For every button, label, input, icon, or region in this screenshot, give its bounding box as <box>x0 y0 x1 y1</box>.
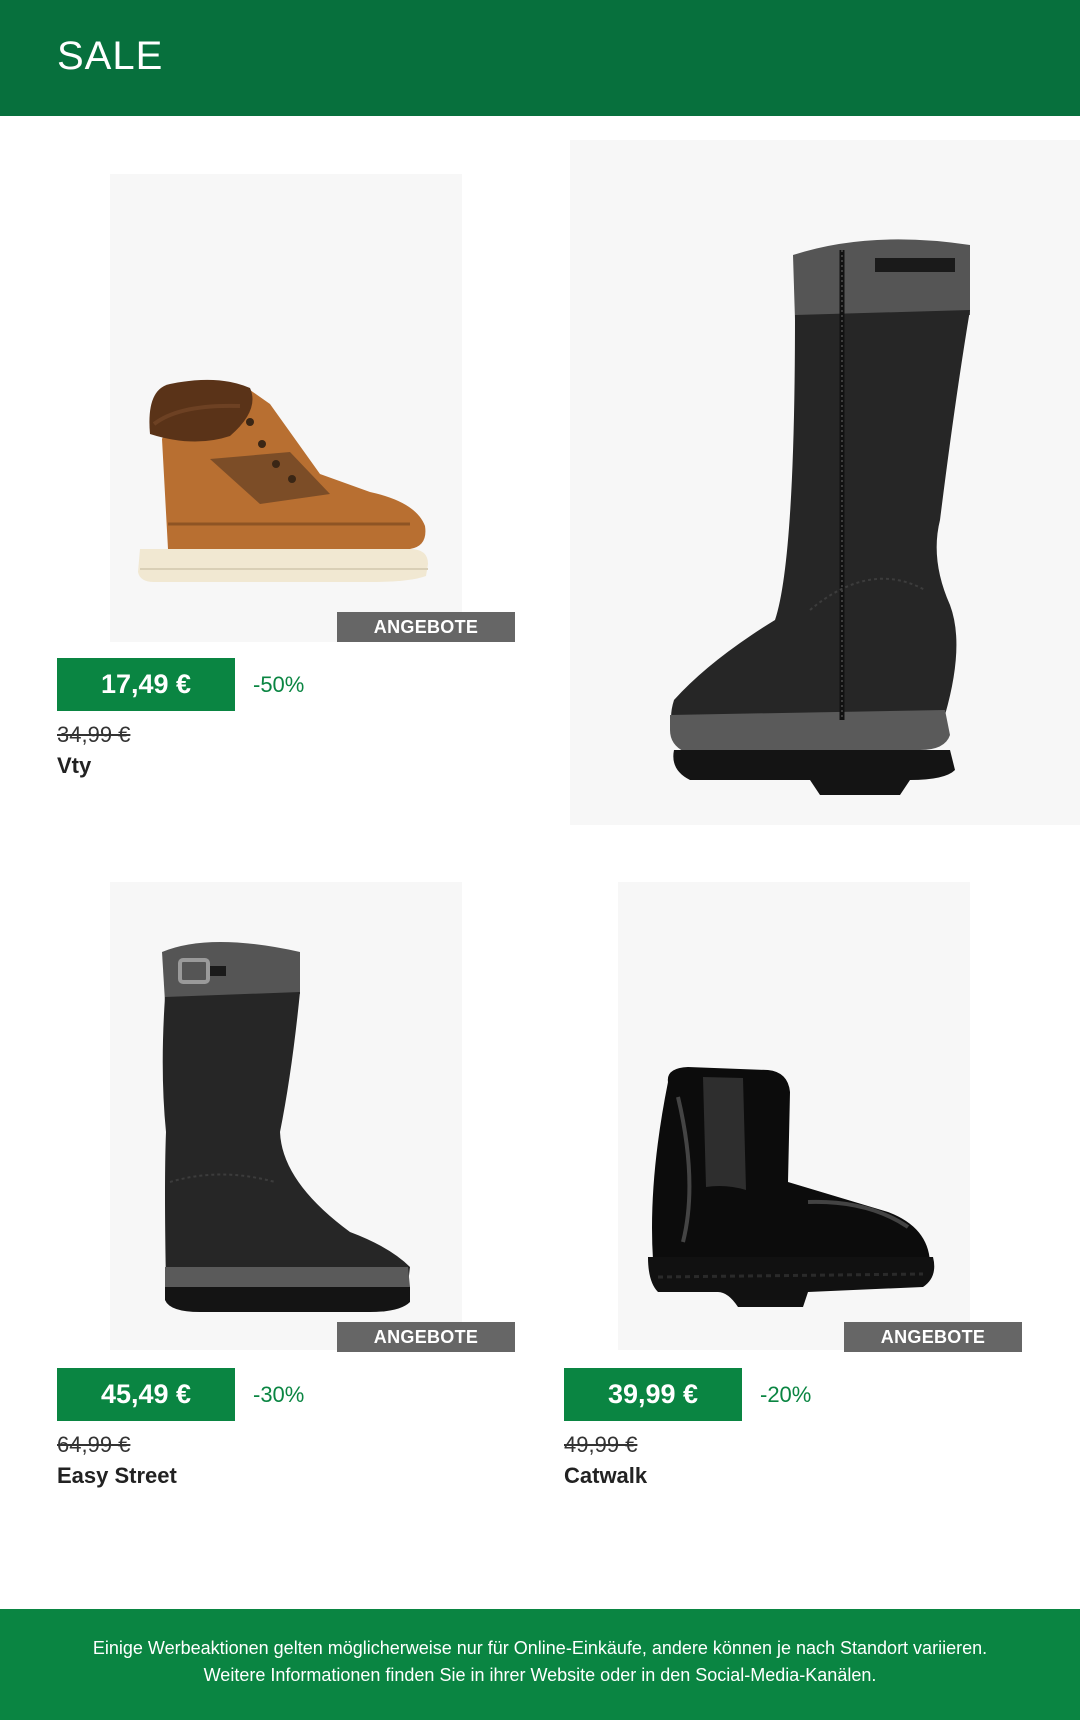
brand-name[interactable]: Easy Street <box>57 1463 177 1489</box>
original-price: 34,99 € <box>57 722 131 747</box>
brand-name[interactable]: Vty <box>57 753 91 779</box>
product-image-3[interactable] <box>110 882 462 1350</box>
product-image-2[interactable] <box>570 140 1080 825</box>
offer-badge: ANGEBOTE <box>844 1322 1022 1352</box>
offer-badge: ANGEBOTE <box>337 1322 515 1352</box>
footer-bar: Einige Werbeaktionen gelten möglicherwei… <box>0 1609 1080 1720</box>
brown-lace-up-fur-boot-icon <box>138 379 428 582</box>
offer-badge: ANGEBOTE <box>337 612 515 642</box>
sale-price: 39,99 € <box>564 1368 742 1421</box>
sale-price: 45,49 € <box>57 1368 235 1421</box>
discount-label: -50% <box>253 672 305 697</box>
original-price: 49,99 € <box>564 1432 638 1457</box>
original-price: 64,99 € <box>57 1432 131 1457</box>
sale-price: 17,49 € <box>57 658 235 711</box>
page-title: SALE <box>57 34 164 78</box>
discount-label: -30% <box>253 1382 305 1407</box>
black-slouch-boot-buckle-icon <box>162 942 410 1312</box>
brand-name[interactable]: Catwalk <box>564 1463 647 1489</box>
disclaimer-text: Einige Werbeaktionen gelten möglicherwei… <box>92 1638 988 1685</box>
product-image-4[interactable] <box>618 882 970 1350</box>
discount-label: -20% <box>760 1382 812 1407</box>
black-tall-zip-boot-icon <box>670 239 970 795</box>
product-image-1[interactable] <box>110 174 462 642</box>
header-bar: SALE <box>0 0 1080 116</box>
black-patent-chelsea-boot-icon <box>648 1067 935 1307</box>
